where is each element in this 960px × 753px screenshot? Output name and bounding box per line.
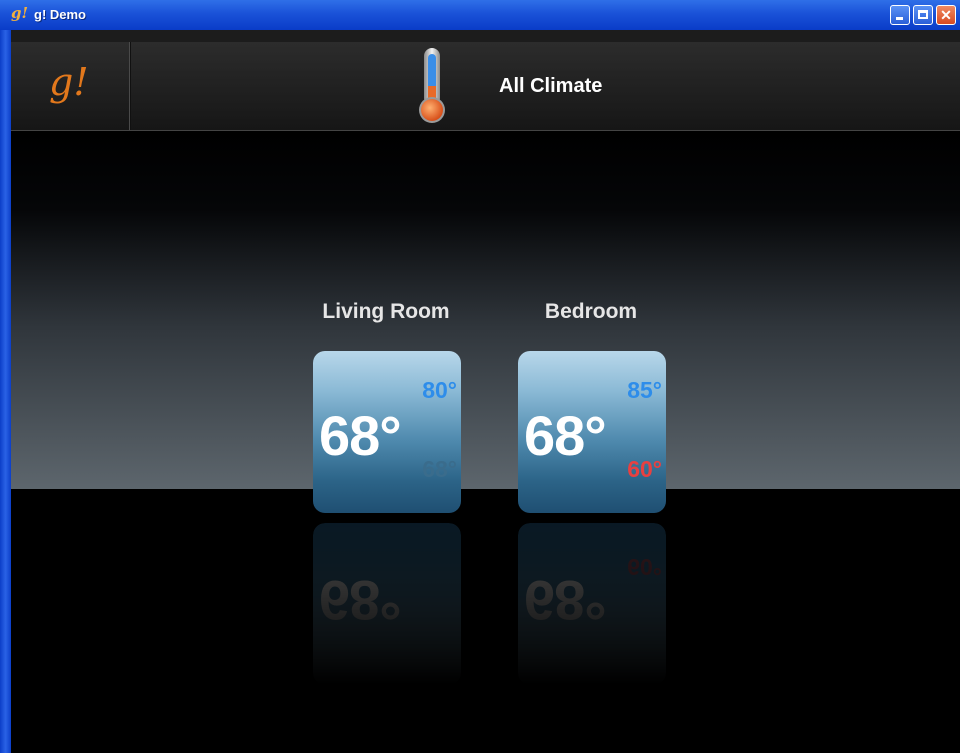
reflected-current-temperature: 68° (524, 569, 606, 632)
reflection-floor (11, 489, 960, 753)
tile-reflection-bedroom: 68° 60° (518, 523, 666, 685)
thermostat-tile-living-room[interactable]: 68° 80° 68° (313, 351, 461, 513)
app-icon: g! (11, 4, 29, 22)
close-button[interactable]: ✕ (936, 5, 956, 25)
app-header: g! All Climate (11, 42, 960, 131)
room-label-bedroom: Bedroom (544, 300, 638, 323)
window-title-bar[interactable]: g! g! Demo ✕ (0, 0, 960, 31)
heat-setpoint: 68° (422, 456, 457, 482)
window-title: g! Demo (34, 7, 86, 22)
page-title: All Climate (499, 75, 603, 97)
close-icon: ✕ (940, 7, 952, 23)
header-top-strip (11, 30, 960, 42)
cool-setpoint: 80° (422, 377, 457, 403)
current-temperature: 68° (524, 404, 607, 467)
app-logo: g! (49, 60, 89, 104)
minimize-icon (896, 17, 903, 20)
window-frame (0, 30, 11, 753)
thermometer-icon (419, 48, 445, 123)
reflected-heat-setpoint: 60° (627, 554, 662, 580)
reflection-tile: 68° (313, 523, 461, 685)
home-button[interactable]: g! (11, 42, 130, 130)
reflection-tile: 68° 60° (518, 523, 666, 685)
room-label-living-room: Living Room (322, 300, 450, 323)
current-temperature: 68° (319, 404, 402, 467)
reflected-current-temperature: 68° (319, 569, 401, 632)
climate-stage (11, 131, 960, 489)
thermostat-tile-bedroom[interactable]: 68° 85° 60° (518, 351, 666, 513)
heat-setpoint: 60° (627, 456, 662, 482)
maximize-button[interactable] (913, 5, 933, 25)
cool-setpoint: 85° (627, 377, 662, 403)
minimize-button[interactable] (890, 5, 910, 25)
tile-reflection-living-room: 68° (313, 523, 461, 685)
maximize-icon (918, 10, 928, 19)
